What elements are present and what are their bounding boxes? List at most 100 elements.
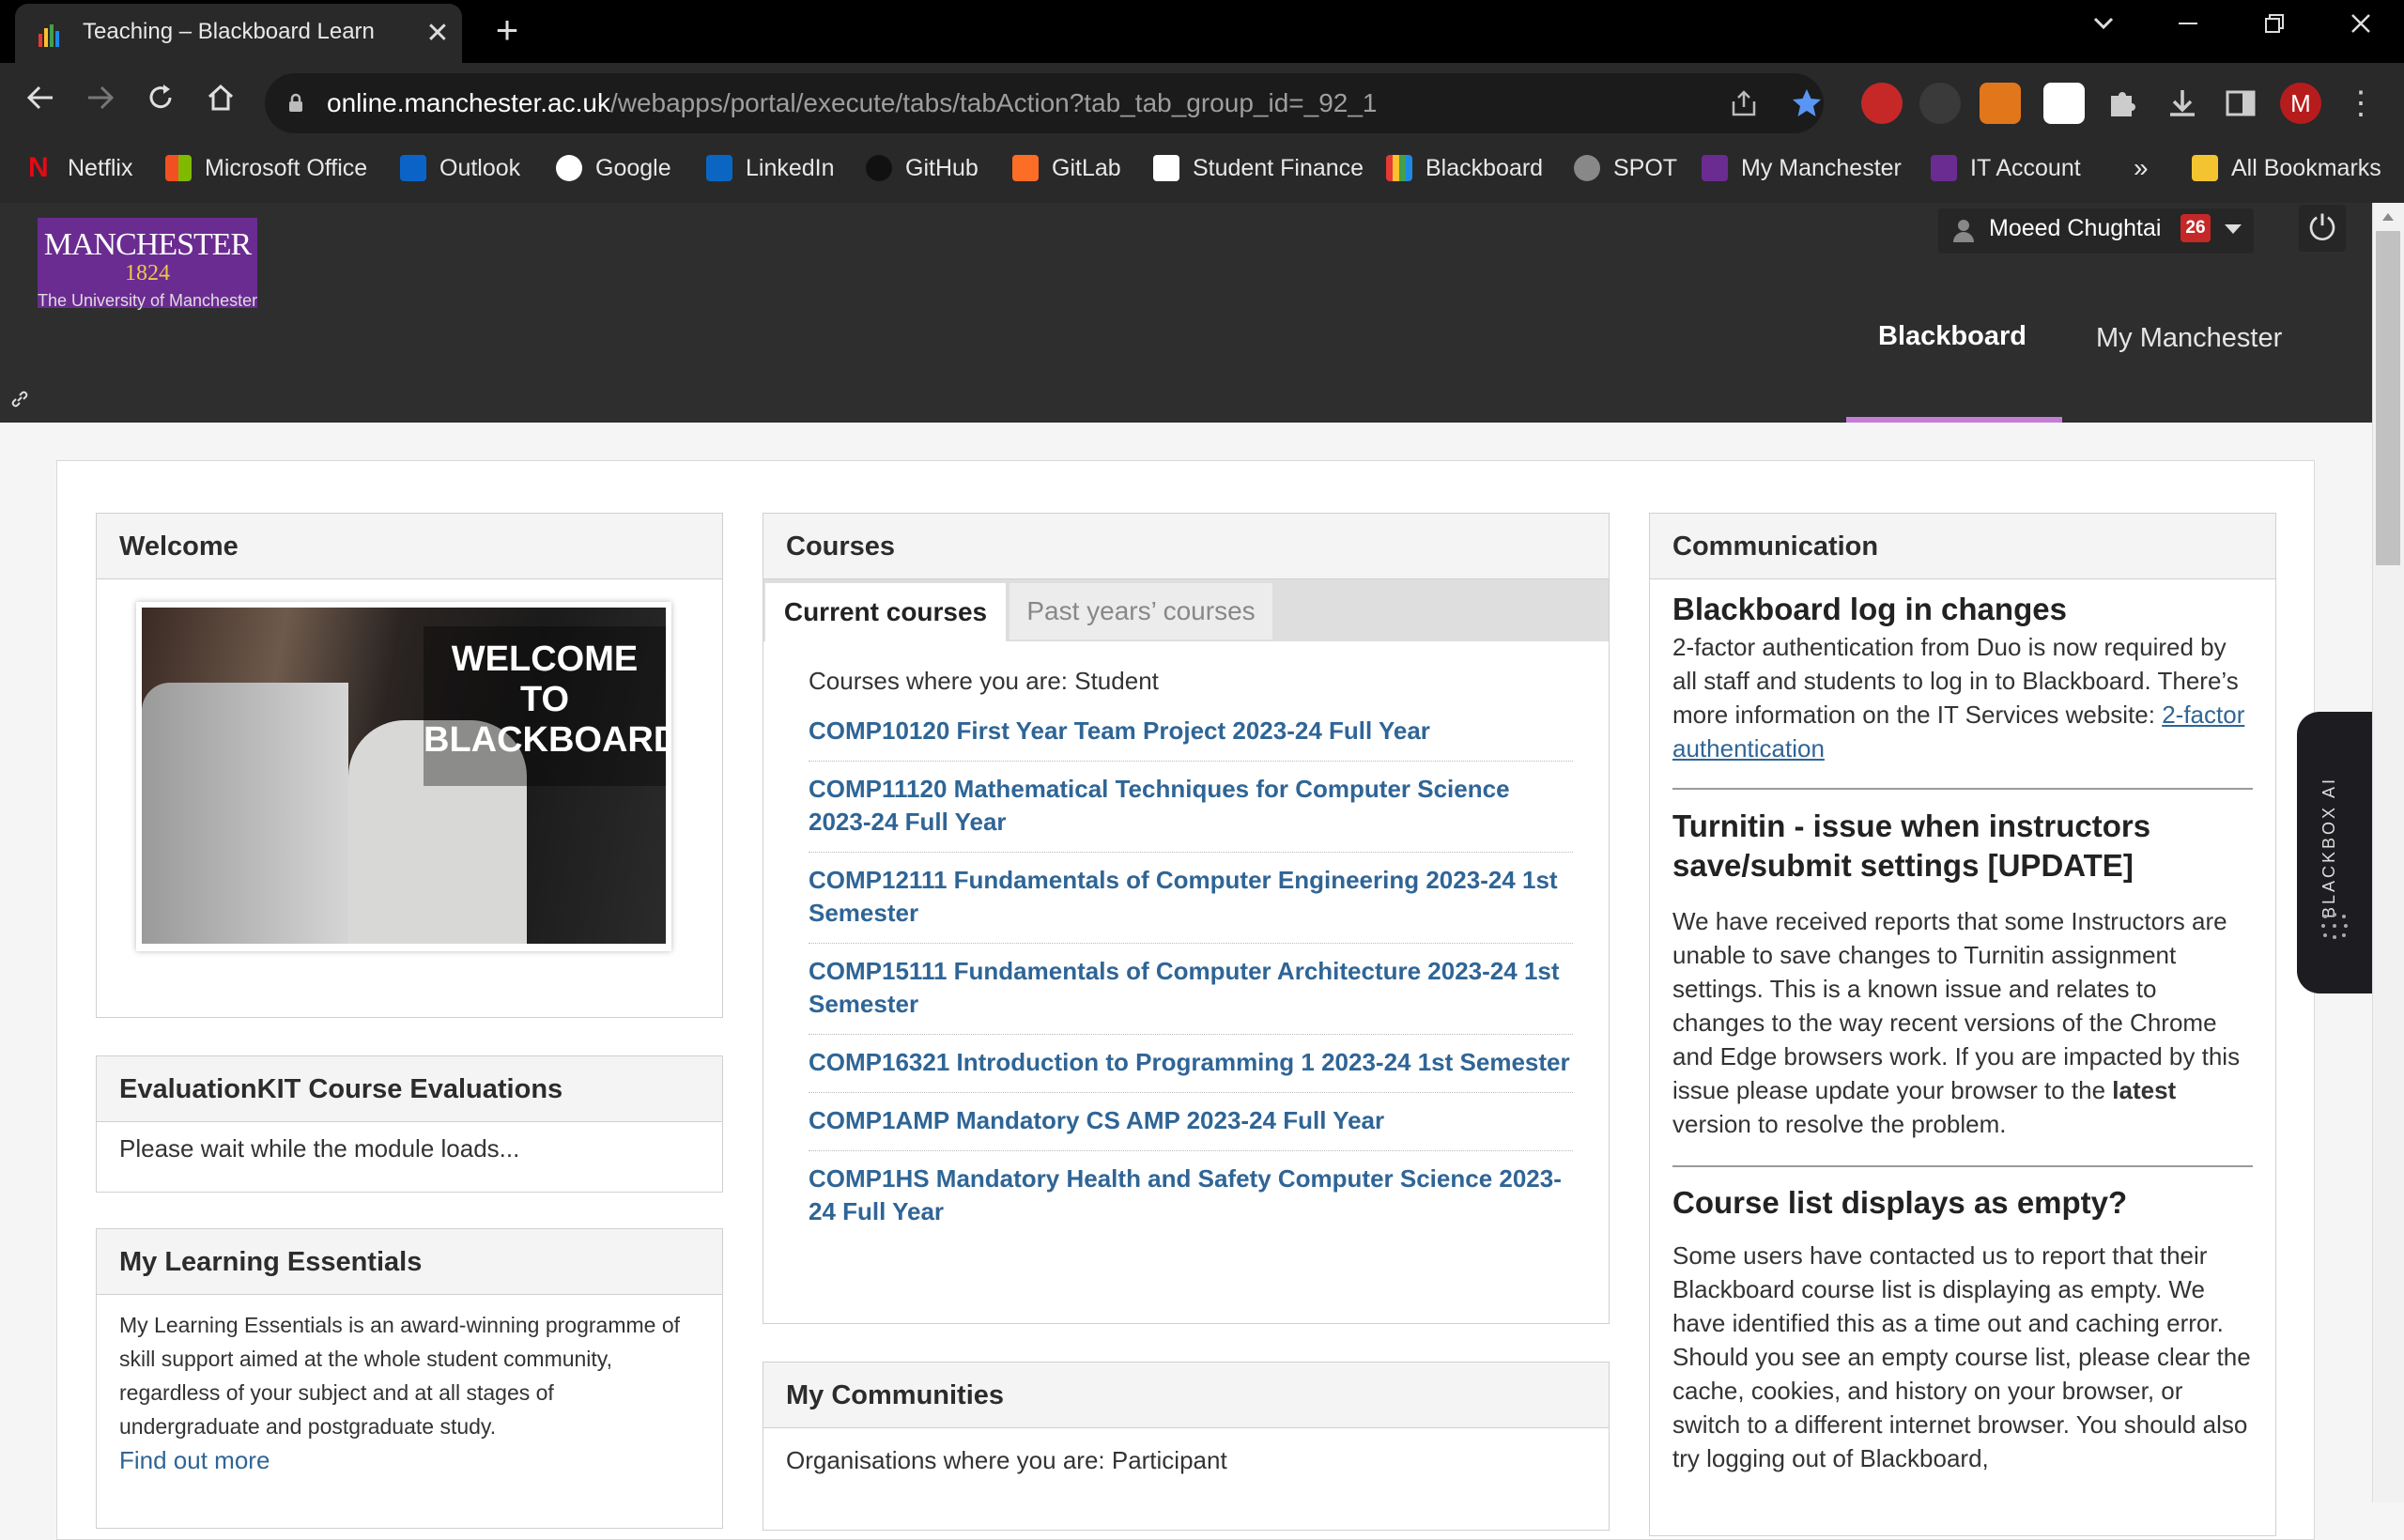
bookmark-student-finance[interactable]: Student Finance	[1153, 146, 1364, 190]
course-link[interactable]: COMP12111 Fundamentals of Computer Engin…	[809, 864, 1573, 930]
welcome-image: WELCOME TO BLACKBOARD	[142, 608, 666, 944]
logo-year: 1824	[125, 261, 170, 285]
outlook-icon	[400, 155, 426, 181]
tab-current-courses[interactable]: Current courses	[765, 583, 1006, 643]
mle-description: My Learning Essentials is an award-winni…	[119, 1313, 681, 1439]
tab-search-icon[interactable]	[2075, 9, 2132, 47]
browser-tab[interactable]: Teaching – Blackboard Learn ✕	[15, 4, 462, 63]
active-tab-indicator	[1846, 417, 2062, 423]
globe-icon	[1574, 155, 1600, 181]
welcome-module: Welcome WELCOME TO BLACKBOARD	[96, 513, 723, 1018]
communication-module: Communication Blackboard log in changes …	[1649, 513, 2276, 1536]
blackbox-ai-label: BLACKBOX AI	[2319, 776, 2338, 918]
evaluationkit-title: EvaluationKIT Course Evaluations	[97, 1056, 722, 1122]
evaluationkit-loading-text: Please wait while the module loads...	[119, 1134, 520, 1163]
google-icon	[556, 155, 582, 181]
bookmark-blackboard[interactable]: Blackboard	[1386, 146, 1543, 190]
communication-title: Communication	[1650, 514, 2275, 579]
bookmark-my-manchester[interactable]: My Manchester	[1702, 146, 1902, 190]
bookmark-outlook[interactable]: Outlook	[400, 146, 520, 190]
tab-past-years-courses[interactable]: Past years’ courses	[1009, 583, 1272, 639]
my-communities-module: My Communities Organisations where you a…	[763, 1362, 1610, 1531]
divider	[1672, 1165, 2253, 1167]
blackboard-icon	[1386, 155, 1412, 181]
course-item: COMP1AMP Mandatory CS AMP 2023-24 Full Y…	[809, 1093, 1573, 1151]
folder-icon	[2192, 155, 2218, 181]
courses-title: Courses	[763, 514, 1609, 579]
forward-icon[interactable]	[77, 80, 124, 127]
bookmark-netflix[interactable]: N Netflix	[28, 146, 132, 190]
bookmark-github[interactable]: GitHub	[866, 146, 979, 190]
bookmark-google[interactable]: Google	[556, 146, 671, 190]
extension-b-icon[interactable]	[2043, 83, 2085, 124]
course-list: Courses where you are: Student COMP10120…	[809, 664, 1573, 1241]
all-bookmarks[interactable]: All Bookmarks	[2192, 146, 2381, 190]
crown-icon	[1153, 155, 1179, 181]
course-item: COMP11120 Mathematical Techniques for Co…	[809, 762, 1573, 853]
bookmark-spot[interactable]: SPOT	[1574, 146, 1677, 190]
close-tab-icon[interactable]: ✕	[421, 17, 455, 51]
metamask-icon[interactable]	[1980, 83, 2021, 124]
tab-blackboard[interactable]: Blackboard	[1878, 321, 2026, 352]
course-link[interactable]: COMP15111 Fundamentals of Computer Archi…	[809, 955, 1573, 1021]
new-tab-icon[interactable]: +	[488, 10, 526, 50]
url-text[interactable]: online.manchester.ac.uk/webapps/portal/e…	[327, 88, 1377, 118]
announcement-text: Some users have contacted us to report t…	[1672, 1241, 2251, 1472]
url-host: online.manchester.ac.uk	[327, 88, 610, 117]
my-manchester-icon	[1702, 155, 1728, 181]
close-window-icon[interactable]	[2333, 9, 2389, 47]
restore-icon[interactable]	[2246, 9, 2303, 47]
announcement-text: 2-factor authentication from Duo is now …	[1672, 633, 2245, 762]
extension-adblock-icon[interactable]	[1861, 83, 1903, 124]
course-link[interactable]: COMP1AMP Mandatory CS AMP 2023-24 Full Y…	[809, 1104, 1573, 1137]
scrollbar-thumb[interactable]	[2376, 231, 2400, 565]
bookmark-it-account[interactable]: IT Account	[1931, 146, 2081, 190]
welcome-title: Welcome	[97, 514, 722, 579]
announcement-title: Blackboard log in changes	[1672, 592, 2067, 626]
chevron-down-icon[interactable]	[2222, 220, 2244, 239]
announcement-title: Turnitin - issue when instructors save/s…	[1672, 808, 2151, 883]
bookmark-gitlab[interactable]: GitLab	[1012, 146, 1121, 190]
linkedin-icon	[706, 155, 732, 181]
blackbox-dots-icon	[2318, 909, 2351, 943]
side-panel-icon[interactable]	[2220, 83, 2261, 124]
course-link[interactable]: COMP1HS Mandatory Health and Safety Comp…	[809, 1163, 1573, 1228]
mle-title: My Learning Essentials	[97, 1229, 722, 1295]
menu-icon[interactable]: ⋮	[2342, 83, 2380, 124]
course-link[interactable]: COMP11120 Mathematical Techniques for Co…	[809, 773, 1573, 839]
bookmarks-overflow-button[interactable]: »	[2134, 146, 2149, 190]
tab-my-manchester[interactable]: My Manchester	[2096, 323, 2282, 354]
blackbox-ai-tab[interactable]: BLACKBOX AI	[2297, 712, 2372, 993]
logo-subtitle: The University of Manchester	[38, 291, 258, 310]
bookmark-microsoft-office[interactable]: Microsoft Office	[165, 146, 367, 190]
extensions-puzzle-icon[interactable]	[2102, 83, 2143, 124]
github-icon	[866, 155, 892, 181]
extension-script-icon[interactable]	[1919, 83, 1961, 124]
site-info-icon[interactable]	[284, 91, 308, 116]
profile-avatar[interactable]: M	[2280, 83, 2321, 124]
bookmark-linkedin[interactable]: LinkedIn	[706, 146, 835, 190]
logout-power-icon[interactable]: ⏻	[2299, 205, 2346, 252]
course-item: COMP10120 First Year Team Project 2023-2…	[809, 703, 1573, 762]
minimize-icon[interactable]	[2160, 9, 2216, 47]
find-out-more-link[interactable]: Find out more	[97, 1443, 722, 1477]
communities-title: My Communities	[763, 1363, 1609, 1428]
back-icon[interactable]	[17, 80, 64, 127]
share-icon[interactable]	[1728, 88, 1760, 120]
course-item: COMP15111 Fundamentals of Computer Archi…	[809, 944, 1573, 1035]
courses-module: Courses Current courses Past years’ cour…	[763, 513, 1610, 1324]
download-icon[interactable]	[2162, 83, 2203, 124]
laptop-shape	[142, 683, 348, 944]
communication-content: Blackboard log in changes 2-factor authe…	[1650, 579, 2275, 1475]
home-icon[interactable]	[197, 80, 244, 127]
microsoft-icon	[165, 155, 192, 181]
scroll-up-arrow-icon[interactable]	[2380, 208, 2396, 225]
announcement-text: We have received reports that some Instr…	[1672, 907, 2241, 1138]
reload-icon[interactable]	[137, 80, 184, 127]
course-link[interactable]: COMP10120 First Year Team Project 2023-2…	[809, 715, 1573, 747]
communities-role-line: Organisations where you are: Participant	[786, 1446, 1227, 1474]
bookmark-star-icon[interactable]	[1790, 86, 1824, 120]
course-link[interactable]: COMP16321 Introduction to Programming 1 …	[809, 1046, 1573, 1079]
link-icon[interactable]	[9, 389, 30, 409]
notification-badge[interactable]: 26	[2181, 214, 2211, 242]
